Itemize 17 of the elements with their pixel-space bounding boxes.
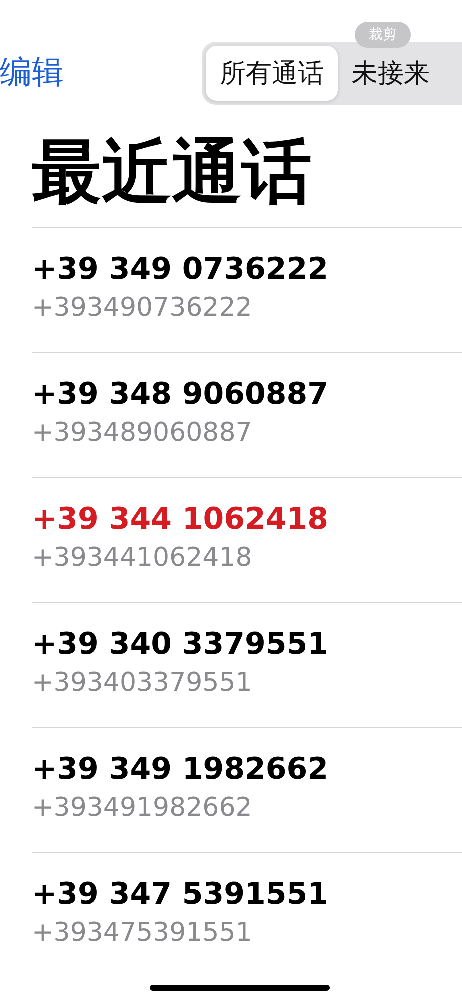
caller-number[interactable]: +39 344 1062418 [32,502,329,536]
caller-number[interactable]: +39 348 9060887 [32,376,329,412]
segment-tab[interactable]: 未接来 [338,46,444,100]
segment-tab[interactable]: 所有通话 [206,46,338,100]
crop-badge: 裁剪 [355,22,411,48]
caller-detail: +393475391551 [32,918,252,948]
caller-number[interactable]: +39 340 3379551 [32,626,329,662]
caller-number[interactable]: +39 349 1982662 [32,752,329,786]
caller-detail: +393489060887 [32,418,252,448]
caller-number[interactable]: +39 347 5391551 [32,876,329,912]
edit-link[interactable]: 编辑 [0,51,64,95]
caller-detail: +393491982662 [32,792,252,822]
caller-detail: +393490736222 [32,292,252,322]
page-title: 最近通话 [32,132,313,212]
caller-detail: +393403379551 [32,668,252,698]
caller-detail: +393441062418 [32,542,252,572]
caller-number[interactable]: +39 349 0736222 [32,252,329,286]
